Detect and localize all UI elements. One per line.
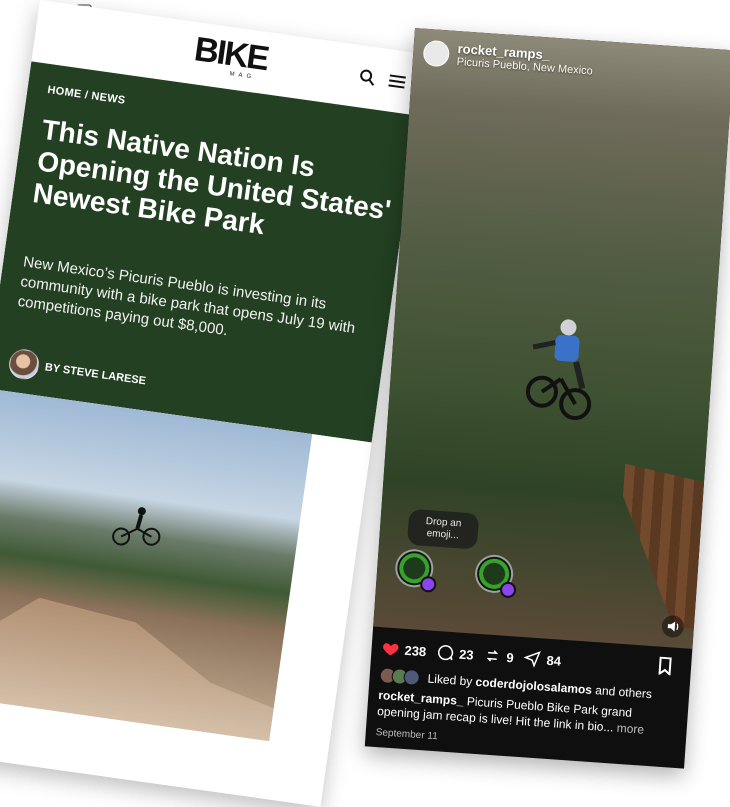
article-dek: New Mexico’s Picuris Pueblo is investing… [16, 253, 357, 340]
repost-action[interactable]: 9 [483, 646, 514, 666]
liked-by-avatars [379, 667, 421, 686]
article-screen: BIKE MAG HOME / NEWS This Native Nation … [0, 0, 427, 807]
article-headline: This Native Nation Is Opening the United… [30, 113, 393, 241]
article-hero [0, 388, 372, 760]
emoji-tooltip: Drop an emoji... [406, 508, 480, 550]
liked-by-user[interactable]: coderdojolosalamos [475, 675, 592, 697]
repost-icon[interactable] [483, 646, 502, 665]
article-header: HOME / NEWS This Native Nation Is Openin… [0, 61, 418, 443]
shares-count: 84 [546, 652, 562, 669]
like-action[interactable]: 238 [381, 639, 427, 660]
author-name: BY STEVE LARESE [44, 361, 147, 388]
rider-silhouette [525, 319, 592, 421]
comments-count: 23 [458, 646, 475, 663]
caption-more[interactable]: more [616, 721, 644, 737]
comment-action[interactable]: 23 [436, 643, 475, 664]
speaker-glyph [667, 621, 679, 632]
rider-silhouette [112, 507, 161, 546]
post-date: September 11 [375, 726, 439, 743]
liked-by-suffix: and others [594, 683, 653, 702]
share-action[interactable]: 84 [523, 649, 562, 670]
share-icon[interactable] [523, 649, 542, 668]
profile-avatar[interactable] [422, 39, 451, 67]
likes-count: 238 [404, 642, 427, 659]
instagram-post: rocket_ramps_ Picuris Pueblo, New Mexico… [364, 28, 730, 769]
liked-by-prefix: Liked by [427, 671, 473, 689]
heart-icon[interactable] [381, 639, 400, 658]
author-byline[interactable]: BY STEVE LARESE [7, 347, 148, 396]
dirt-jump-hill [0, 586, 284, 741]
breadcrumb[interactable]: HOME / NEWS [47, 84, 126, 107]
reposts-count: 9 [506, 649, 515, 665]
comment-icon[interactable] [436, 643, 455, 662]
bookmark-icon[interactable] [656, 656, 673, 676]
search-icon[interactable] [357, 67, 377, 87]
menu-icon[interactable] [387, 73, 407, 89]
author-avatar [7, 347, 42, 382]
liked-avatar [403, 668, 421, 686]
hero-image [0, 388, 313, 742]
